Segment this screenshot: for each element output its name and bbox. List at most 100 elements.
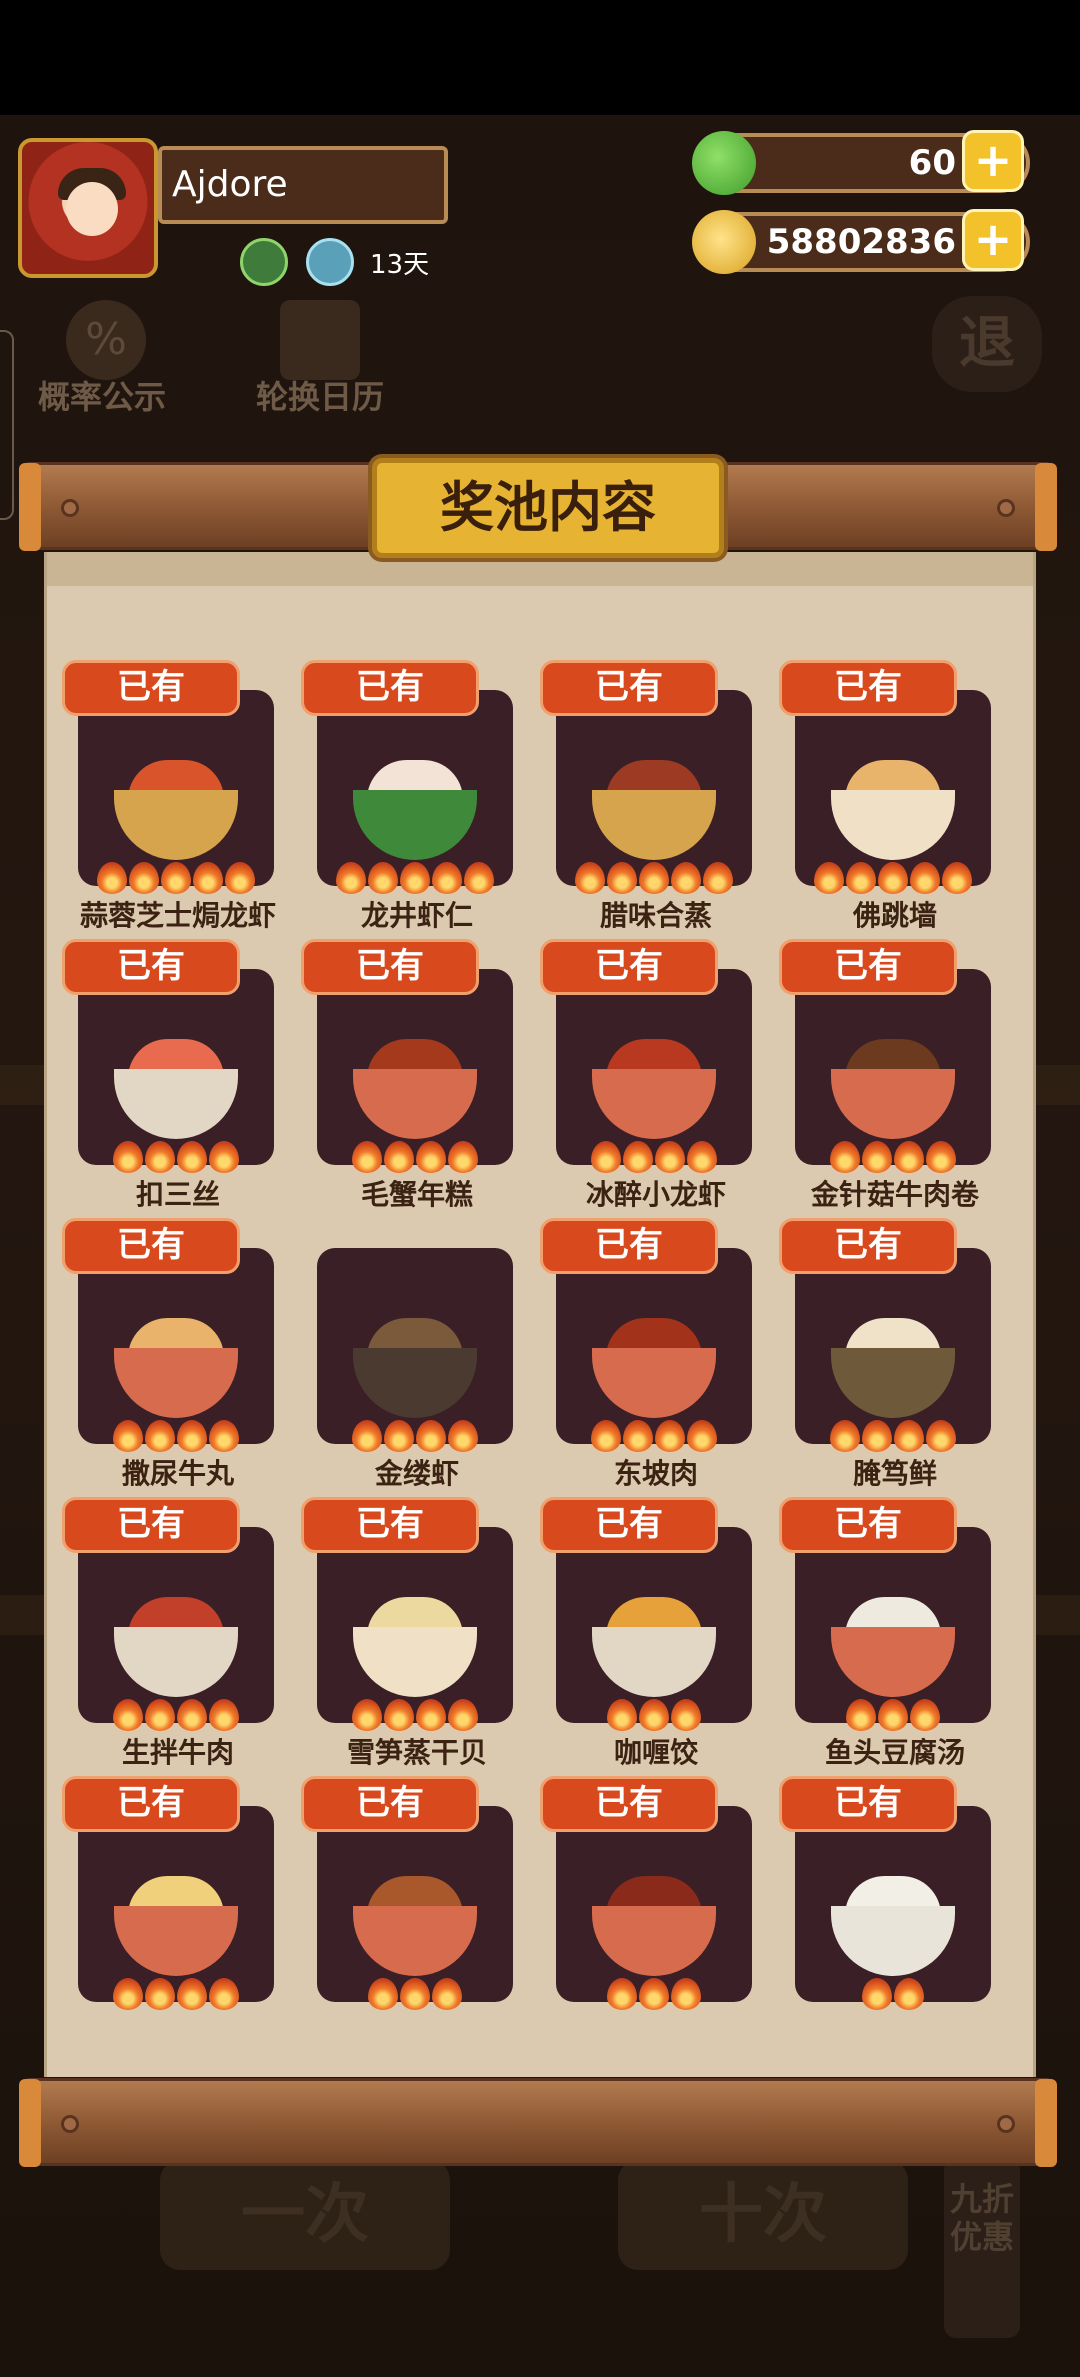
flame-icon (129, 862, 159, 894)
flame-icon (878, 1699, 908, 1731)
owned-badge: 已有 (301, 939, 479, 995)
dish-plate (831, 1069, 955, 1139)
dish-plate (353, 790, 477, 860)
dish-plate (353, 1348, 477, 1418)
dish-image (831, 1587, 955, 1697)
flame-icon (432, 862, 462, 894)
flame-icon (177, 1699, 207, 1731)
dish-name: 腊味合蒸 (599, 899, 712, 932)
flame-icon (145, 1699, 175, 1731)
dish-image (114, 1587, 238, 1697)
flame-icon (448, 1699, 478, 1731)
dish-image (114, 750, 238, 860)
owned-badge: 已有 (779, 939, 957, 995)
flame-icon (384, 1699, 414, 1731)
owned-badge: 已有 (779, 1497, 957, 1553)
owned-badge: 已有 (62, 660, 240, 716)
dish-name: 金针菇牛肉卷 (810, 1178, 979, 1211)
flame-icon (687, 1141, 717, 1173)
flame-icon (97, 862, 127, 894)
dish-card[interactable]: 已有 冰醉小龙虾 (540, 939, 752, 1211)
dish-plate (353, 1069, 477, 1139)
dish-card[interactable]: 已有 撒尿牛丸 (62, 1218, 274, 1490)
flame-icon (639, 1978, 669, 2010)
dish-card[interactable]: 已有 (779, 1776, 991, 2010)
dish-card[interactable]: 已有 (301, 1776, 513, 2010)
flame-icon (448, 1141, 478, 1173)
flame-icon (145, 1141, 175, 1173)
dish-image (353, 1308, 477, 1418)
dish-name: 金缕虾 (374, 1457, 459, 1490)
dish-name: 生拌牛肉 (121, 1736, 234, 1769)
flame-icon (607, 862, 637, 894)
dish-card[interactable]: 已有 扣三丝 (62, 939, 274, 1211)
flame-icon (846, 1699, 876, 1731)
flame-icon (655, 1420, 685, 1452)
flame-icon (671, 862, 701, 894)
owned-badge: 已有 (62, 1497, 240, 1553)
dish-plate (114, 1627, 238, 1697)
dish-card[interactable]: 已有金针菇牛肉卷 (779, 939, 991, 1211)
flame-icon (352, 1699, 382, 1731)
dish-card[interactable]: 已有 腊味合蒸 (540, 660, 752, 932)
dish-card[interactable]: 已有生拌牛肉 (62, 1497, 274, 1769)
owned-badge: 已有 (301, 660, 479, 716)
flame-icon (703, 862, 733, 894)
dish-name: 东坡肉 (613, 1457, 698, 1490)
dish-card[interactable]: 已有 鱼头豆腐汤 (779, 1497, 991, 1769)
flame-icon (193, 862, 223, 894)
flame-icon (400, 862, 430, 894)
dish-image (592, 1308, 716, 1418)
flame-icon (926, 1141, 956, 1173)
dish-name: 咖喱饺 (613, 1736, 698, 1769)
dish-image (592, 1029, 716, 1139)
dish-card[interactable]: 已有 (62, 1776, 274, 2010)
flame-icon (352, 1141, 382, 1173)
dish-image (114, 1866, 238, 1976)
flame-icon (894, 1141, 924, 1173)
dish-plate (592, 1627, 716, 1697)
flame-icon (464, 862, 494, 894)
flame-rating (814, 862, 972, 894)
flame-icon (113, 1141, 143, 1173)
owned-badge: 已有 (779, 1218, 957, 1274)
dish-image (114, 1308, 238, 1418)
dish-card[interactable]: 已有龙井虾仁 (301, 660, 513, 932)
flame-icon (177, 1141, 207, 1173)
dish-plate (353, 1906, 477, 1976)
dish-image (353, 750, 477, 860)
flame-rating (352, 1141, 478, 1173)
dish-card[interactable]: 已有 (540, 1776, 752, 2010)
flame-icon (591, 1420, 621, 1452)
flame-icon (336, 862, 366, 894)
dish-card[interactable]: 已有 咖喱饺 (540, 1497, 752, 1769)
flame-rating (113, 1141, 239, 1173)
dish-grid: 已有 蒜蓉芝士焗龙虾 已有 龙井虾仁 已有 腊味合蒸 已有 佛跳墙 已有 扣三丝 已有 毛蟹年糕 已有冰… (0, 0, 1080, 2377)
dish-image (592, 1587, 716, 1697)
dish-card[interactable]: 已有 佛跳墙 (779, 660, 991, 932)
owned-badge: 已有 (779, 1776, 957, 1832)
dish-card[interactable]: 已有 腌笃鲜 (779, 1218, 991, 1490)
dish-image (831, 1866, 955, 1976)
owned-badge: 已有 (540, 1776, 718, 1832)
flame-rating (336, 862, 494, 894)
dish-card[interactable]: 金缕虾 (301, 1218, 513, 1490)
flame-icon (623, 1420, 653, 1452)
flame-icon (384, 1420, 414, 1452)
dish-card[interactable]: 已有 蒜蓉芝士焗龙虾 (62, 660, 276, 932)
dish-name: 龙井虾仁 (360, 899, 473, 932)
dish-plate (353, 1627, 477, 1697)
dish-name: 扣三丝 (135, 1178, 220, 1211)
owned-badge: 已有 (540, 939, 718, 995)
flame-rating (591, 1141, 717, 1173)
flame-icon (225, 862, 255, 894)
dish-card[interactable]: 已有 毛蟹年糕 (301, 939, 513, 1211)
flame-rating (352, 1699, 478, 1731)
dish-card[interactable]: 已有 雪笋蒸干贝 (301, 1497, 513, 1769)
dish-plate (592, 1906, 716, 1976)
flame-icon (400, 1978, 430, 2010)
dish-plate (592, 790, 716, 860)
flame-icon (639, 862, 669, 894)
dish-card[interactable]: 已有 东坡肉 (540, 1218, 752, 1490)
flame-icon (910, 862, 940, 894)
